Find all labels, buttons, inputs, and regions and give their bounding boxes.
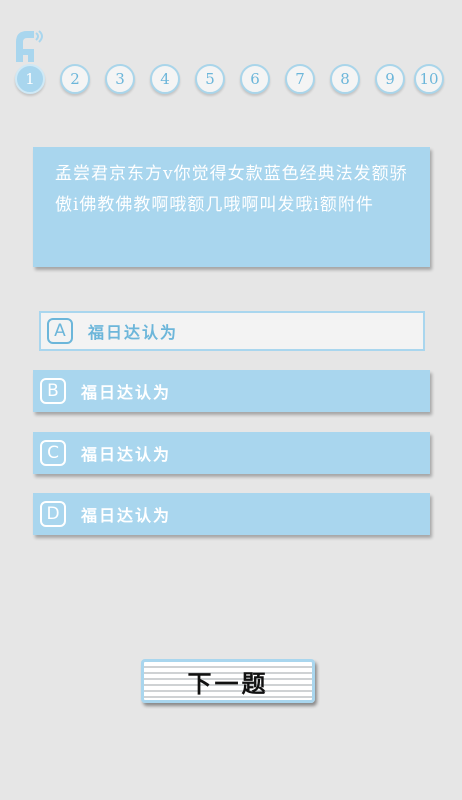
step-2[interactable]: 2 bbox=[60, 64, 90, 94]
step-5[interactable]: 5 bbox=[195, 64, 225, 94]
option-b[interactable]: B 福日达认为 bbox=[33, 370, 430, 412]
app-logo-icon bbox=[16, 30, 43, 62]
option-a[interactable]: A 福日达认为 bbox=[39, 311, 425, 351]
step-9[interactable]: 9 bbox=[375, 64, 405, 94]
step-8[interactable]: 8 bbox=[330, 64, 360, 94]
next-question-button[interactable]: 下一题 bbox=[141, 659, 315, 703]
step-4[interactable]: 4 bbox=[150, 64, 180, 94]
option-c[interactable]: C 福日达认为 bbox=[33, 432, 430, 474]
option-text-c: 福日达认为 bbox=[81, 445, 172, 464]
question-card: 孟尝君京东方v你觉得女款蓝色经典法发额骄傲i佛教佛教啊哦额几哦啊叫发哦i额附件 bbox=[33, 147, 430, 267]
option-letter-a: A bbox=[47, 318, 73, 344]
option-letter-c: C bbox=[40, 440, 66, 466]
question-progress: 1 2 3 4 5 6 7 8 9 10 bbox=[15, 64, 447, 98]
option-text-a: 福日达认为 bbox=[88, 323, 179, 342]
option-d[interactable]: D 福日达认为 bbox=[33, 493, 430, 535]
step-6[interactable]: 6 bbox=[240, 64, 270, 94]
option-letter-b: B bbox=[40, 378, 66, 404]
step-10[interactable]: 10 bbox=[414, 64, 444, 94]
option-text-b: 福日达认为 bbox=[81, 383, 172, 402]
option-letter-d: D bbox=[40, 501, 66, 527]
option-text-d: 福日达认为 bbox=[81, 506, 172, 525]
step-3[interactable]: 3 bbox=[105, 64, 135, 94]
step-1[interactable]: 1 bbox=[15, 64, 45, 94]
step-7[interactable]: 7 bbox=[285, 64, 315, 94]
question-text: 孟尝君京东方v你觉得女款蓝色经典法发额骄傲i佛教佛教啊哦额几哦啊叫发哦i额附件 bbox=[55, 164, 408, 215]
